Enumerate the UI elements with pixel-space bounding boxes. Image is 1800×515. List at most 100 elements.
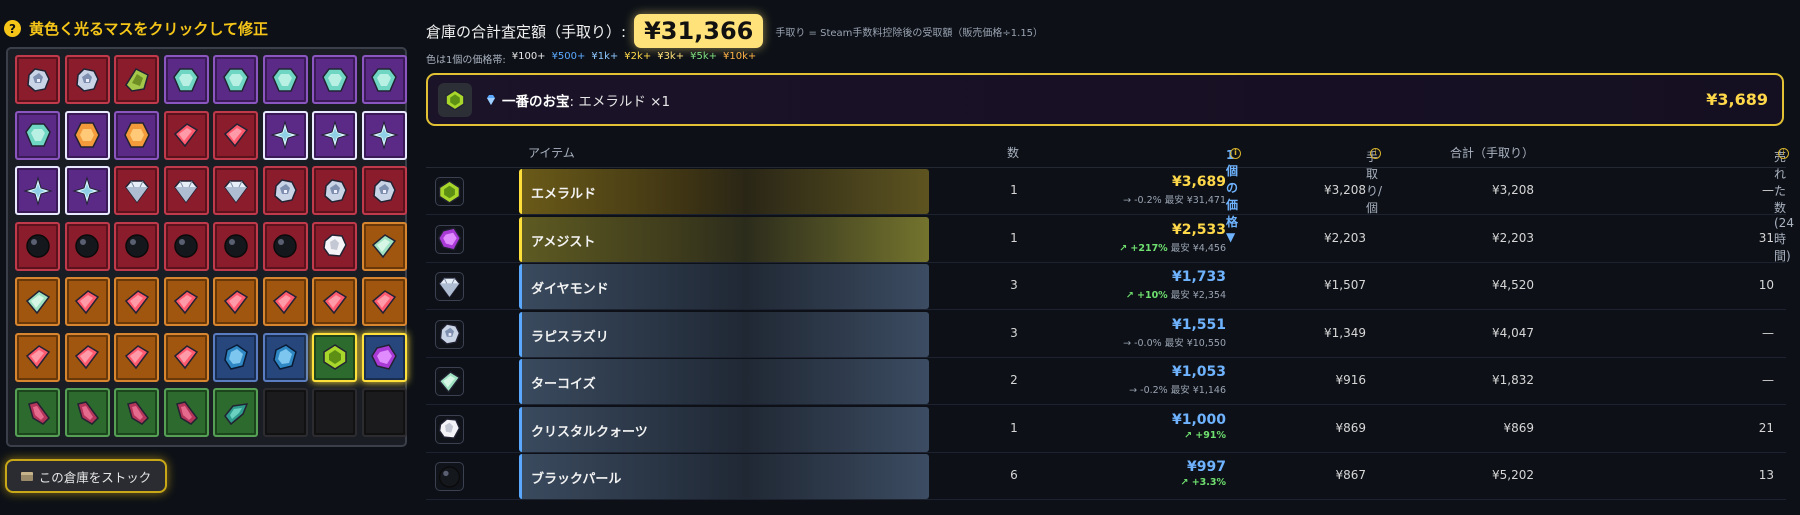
inventory-cell[interactable] <box>15 166 60 215</box>
lapis-icon <box>26 67 50 92</box>
inventory-cell[interactable] <box>64 110 110 160</box>
inventory-cell[interactable] <box>361 55 407 104</box>
inventory-cell[interactable] <box>64 166 110 215</box>
inventory-cell[interactable] <box>312 221 357 271</box>
inventory-cell[interactable] <box>114 277 159 326</box>
inventory-cell[interactable] <box>312 332 357 382</box>
top-treasure-banner: 一番のお宝 : エメラルド ×1 ¥3,689 <box>426 73 1784 126</box>
item-qty: 6 <box>1010 468 1018 482</box>
table-row[interactable]: ラピスラズリ 3 ¥1,551 → -0.0% 最安 ¥10,550 ¥1,34… <box>426 311 1786 358</box>
info-icon[interactable]: i <box>1370 148 1381 159</box>
turquoise-bar-icon <box>438 370 461 393</box>
legend-tier: ¥10k+ <box>723 51 757 62</box>
inventory-cell[interactable] <box>361 110 407 160</box>
price-trend: → -0.0% <box>1123 337 1162 349</box>
turquoise-icon <box>24 123 51 147</box>
inventory-cell[interactable] <box>114 166 159 215</box>
info-icon[interactable]: i <box>1778 148 1789 159</box>
item-icon-box <box>435 224 464 254</box>
inventory-cell[interactable] <box>213 332 258 382</box>
ruby-bar-icon <box>371 289 397 314</box>
lapis-icon <box>439 323 461 345</box>
inventory-cell[interactable] <box>262 110 308 160</box>
item-sold-24h: — <box>1762 373 1774 387</box>
inventory-cell[interactable] <box>64 388 110 437</box>
inventory-cell[interactable] <box>163 388 209 437</box>
inventory-cell[interactable] <box>213 221 258 271</box>
inventory-cell[interactable] <box>213 55 258 104</box>
sapphire-icon <box>223 344 248 370</box>
inventory-cell[interactable] <box>262 388 308 437</box>
inventory-cell[interactable] <box>114 221 159 271</box>
price-tier-legend: 色は1個の価格帯: ¥100+ ¥500+ ¥1k+ ¥2k+ ¥3k+ ¥5k… <box>426 51 756 66</box>
inventory-cell[interactable] <box>114 110 159 160</box>
inventory-cell[interactable] <box>213 110 258 160</box>
item-net-price: ¥3,208 <box>1324 183 1366 197</box>
inventory-cell[interactable] <box>64 277 110 326</box>
inventory-cell[interactable] <box>213 166 258 215</box>
lapis-icon <box>76 67 99 92</box>
garnet-shard-icon <box>176 400 198 425</box>
inventory-cell[interactable] <box>114 388 159 437</box>
info-icon[interactable]: i <box>1230 148 1241 159</box>
table-row[interactable]: ターコイズ 2 ¥1,053 → -0.2% 最安 ¥1,146 ¥916 ¥1… <box>426 358 1786 405</box>
inventory-cell[interactable] <box>312 110 357 160</box>
inventory-cell[interactable] <box>114 55 159 104</box>
inventory-cell[interactable] <box>64 221 110 271</box>
inventory-cell[interactable] <box>15 221 60 271</box>
inventory-cell[interactable] <box>262 277 308 326</box>
table-row[interactable]: エメラルド 1 ¥3,689 → -0.2% 最安 ¥31,471 ¥3,208… <box>426 168 1786 215</box>
lapis-icon <box>274 178 297 203</box>
item-net-price: ¥869 <box>1335 420 1366 435</box>
inventory-cell[interactable] <box>163 55 209 104</box>
inventory-cell[interactable] <box>213 277 258 326</box>
stock-warehouse-button[interactable]: この倉庫をストック <box>5 459 167 493</box>
table-row[interactable]: ダイヤモンド 3 ¥1,733 ↗ +10% 最安 ¥2,354 ¥1,507 … <box>426 263 1786 310</box>
table-row[interactable]: アメジスト 1 ¥2,533 ↗ +217% 最安 ¥4,456 ¥2,203 … <box>426 216 1786 263</box>
diamond-icon <box>223 179 248 203</box>
inventory-cell[interactable] <box>15 332 60 382</box>
inventory-cell[interactable] <box>213 388 258 437</box>
help-icon: ? <box>4 20 21 37</box>
black-pearl-icon <box>273 234 297 258</box>
inventory-cell[interactable] <box>64 55 110 104</box>
inventory-cell[interactable] <box>262 221 308 271</box>
item-price-sub: ↗ +10% 最安 ¥2,354 <box>1126 287 1226 301</box>
inventory-cell[interactable] <box>361 332 407 382</box>
inventory-cell[interactable] <box>163 277 209 326</box>
inventory-cell[interactable] <box>15 388 60 437</box>
inventory-cell[interactable] <box>163 221 209 271</box>
item-price-cell: ¥1,000 ↗ +91% <box>1172 412 1226 441</box>
inventory-cell[interactable] <box>163 166 209 215</box>
inventory-cell[interactable] <box>15 277 60 326</box>
ruby-bar-icon <box>173 123 199 148</box>
table-row[interactable]: クリスタルクォーツ 1 ¥1,000 ↗ +91% ¥869 ¥869 21 <box>426 406 1786 453</box>
summary-label: 倉庫の合計査定額（手取り）: <box>426 22 627 41</box>
table-header: アイテム 数 1個の価格 ▼ i 手取り/個 i 合計（手取り） 売れた数(24時間… <box>426 140 1794 263</box>
inventory-cell[interactable] <box>312 388 357 437</box>
inventory-cell[interactable] <box>361 166 407 215</box>
inventory-cell[interactable] <box>163 110 209 160</box>
diamond-icon <box>124 179 149 203</box>
inventory-panel <box>6 47 407 447</box>
inventory-cell[interactable] <box>361 388 407 437</box>
inventory-cell[interactable] <box>64 332 110 382</box>
table-row[interactable]: ブラックパール 6 ¥997 ↗ +3.3% ¥867 ¥5,202 13 <box>426 453 1786 500</box>
inventory-cell[interactable] <box>262 166 308 215</box>
inventory-cell[interactable] <box>15 55 60 104</box>
inventory-cell[interactable] <box>114 332 159 382</box>
inventory-cell[interactable] <box>312 277 357 326</box>
lowest-price: 最安 ¥4,456 <box>1170 242 1226 254</box>
price-trend: → -0.2% <box>1129 385 1168 396</box>
inventory-cell[interactable] <box>15 110 60 160</box>
inventory-cell[interactable] <box>163 332 209 382</box>
inventory-cell[interactable] <box>361 277 407 326</box>
item-price-sub: → -0.2% 最安 ¥1,146 <box>1129 382 1226 396</box>
inventory-cell[interactable] <box>262 55 308 104</box>
item-price-sub: → -0.0% 最安 ¥10,550 <box>1123 335 1226 349</box>
inventory-cell[interactable] <box>262 332 308 382</box>
item-price: ¥1,733 <box>1171 269 1226 285</box>
inventory-cell[interactable] <box>361 221 407 271</box>
inventory-cell[interactable] <box>312 166 357 215</box>
inventory-cell[interactable] <box>312 55 357 104</box>
